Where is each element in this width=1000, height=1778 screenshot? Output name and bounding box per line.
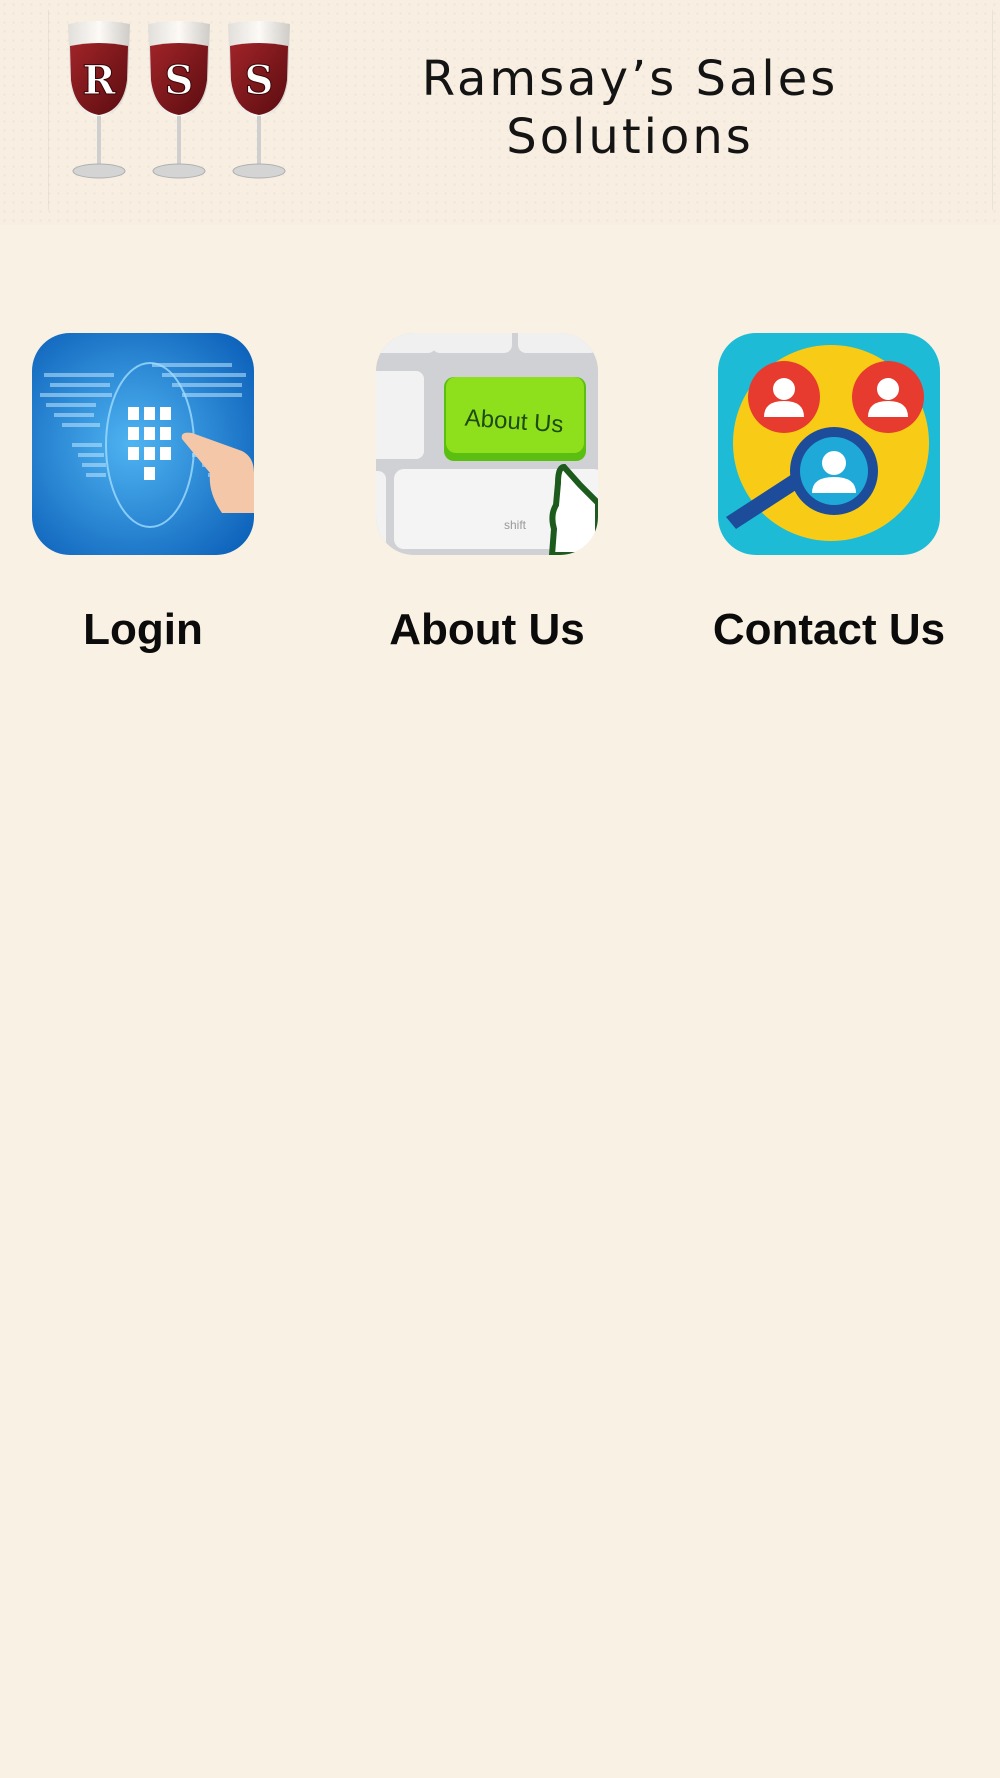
about-us-key-icon[interactable]: About Us shift (376, 333, 598, 555)
rss-logo: R S S (62, 18, 314, 188)
logo-letter-s: S (245, 57, 274, 104)
brand-title: Ramsay’s Sales Solutions (330, 50, 930, 166)
header-divider (992, 10, 993, 210)
menu-label-about-us[interactable]: About Us (337, 605, 637, 655)
menu-item-contact-us[interactable]: Contact Us (679, 333, 979, 663)
menu-label-contact-us[interactable]: Contact Us (679, 605, 979, 655)
keypad-login-icon[interactable] (32, 333, 254, 555)
logo-letter-r: R (82, 57, 116, 104)
menu-label-login[interactable]: Login (0, 605, 293, 655)
menu-item-login[interactable]: Login (0, 333, 293, 663)
svg-text:shift: shift (504, 518, 527, 532)
contacts-search-icon[interactable] (718, 333, 940, 555)
logo-letter-s: S (165, 57, 194, 104)
menu-item-about-us[interactable]: About Us shift About Us (337, 333, 637, 663)
app-header: R S S Ramsay’s Sales Solutions (0, 0, 1000, 225)
brand-line-1: Ramsay’s Sales (421, 51, 839, 107)
brand-line-2: Solutions (506, 109, 754, 165)
header-divider (48, 10, 49, 210)
